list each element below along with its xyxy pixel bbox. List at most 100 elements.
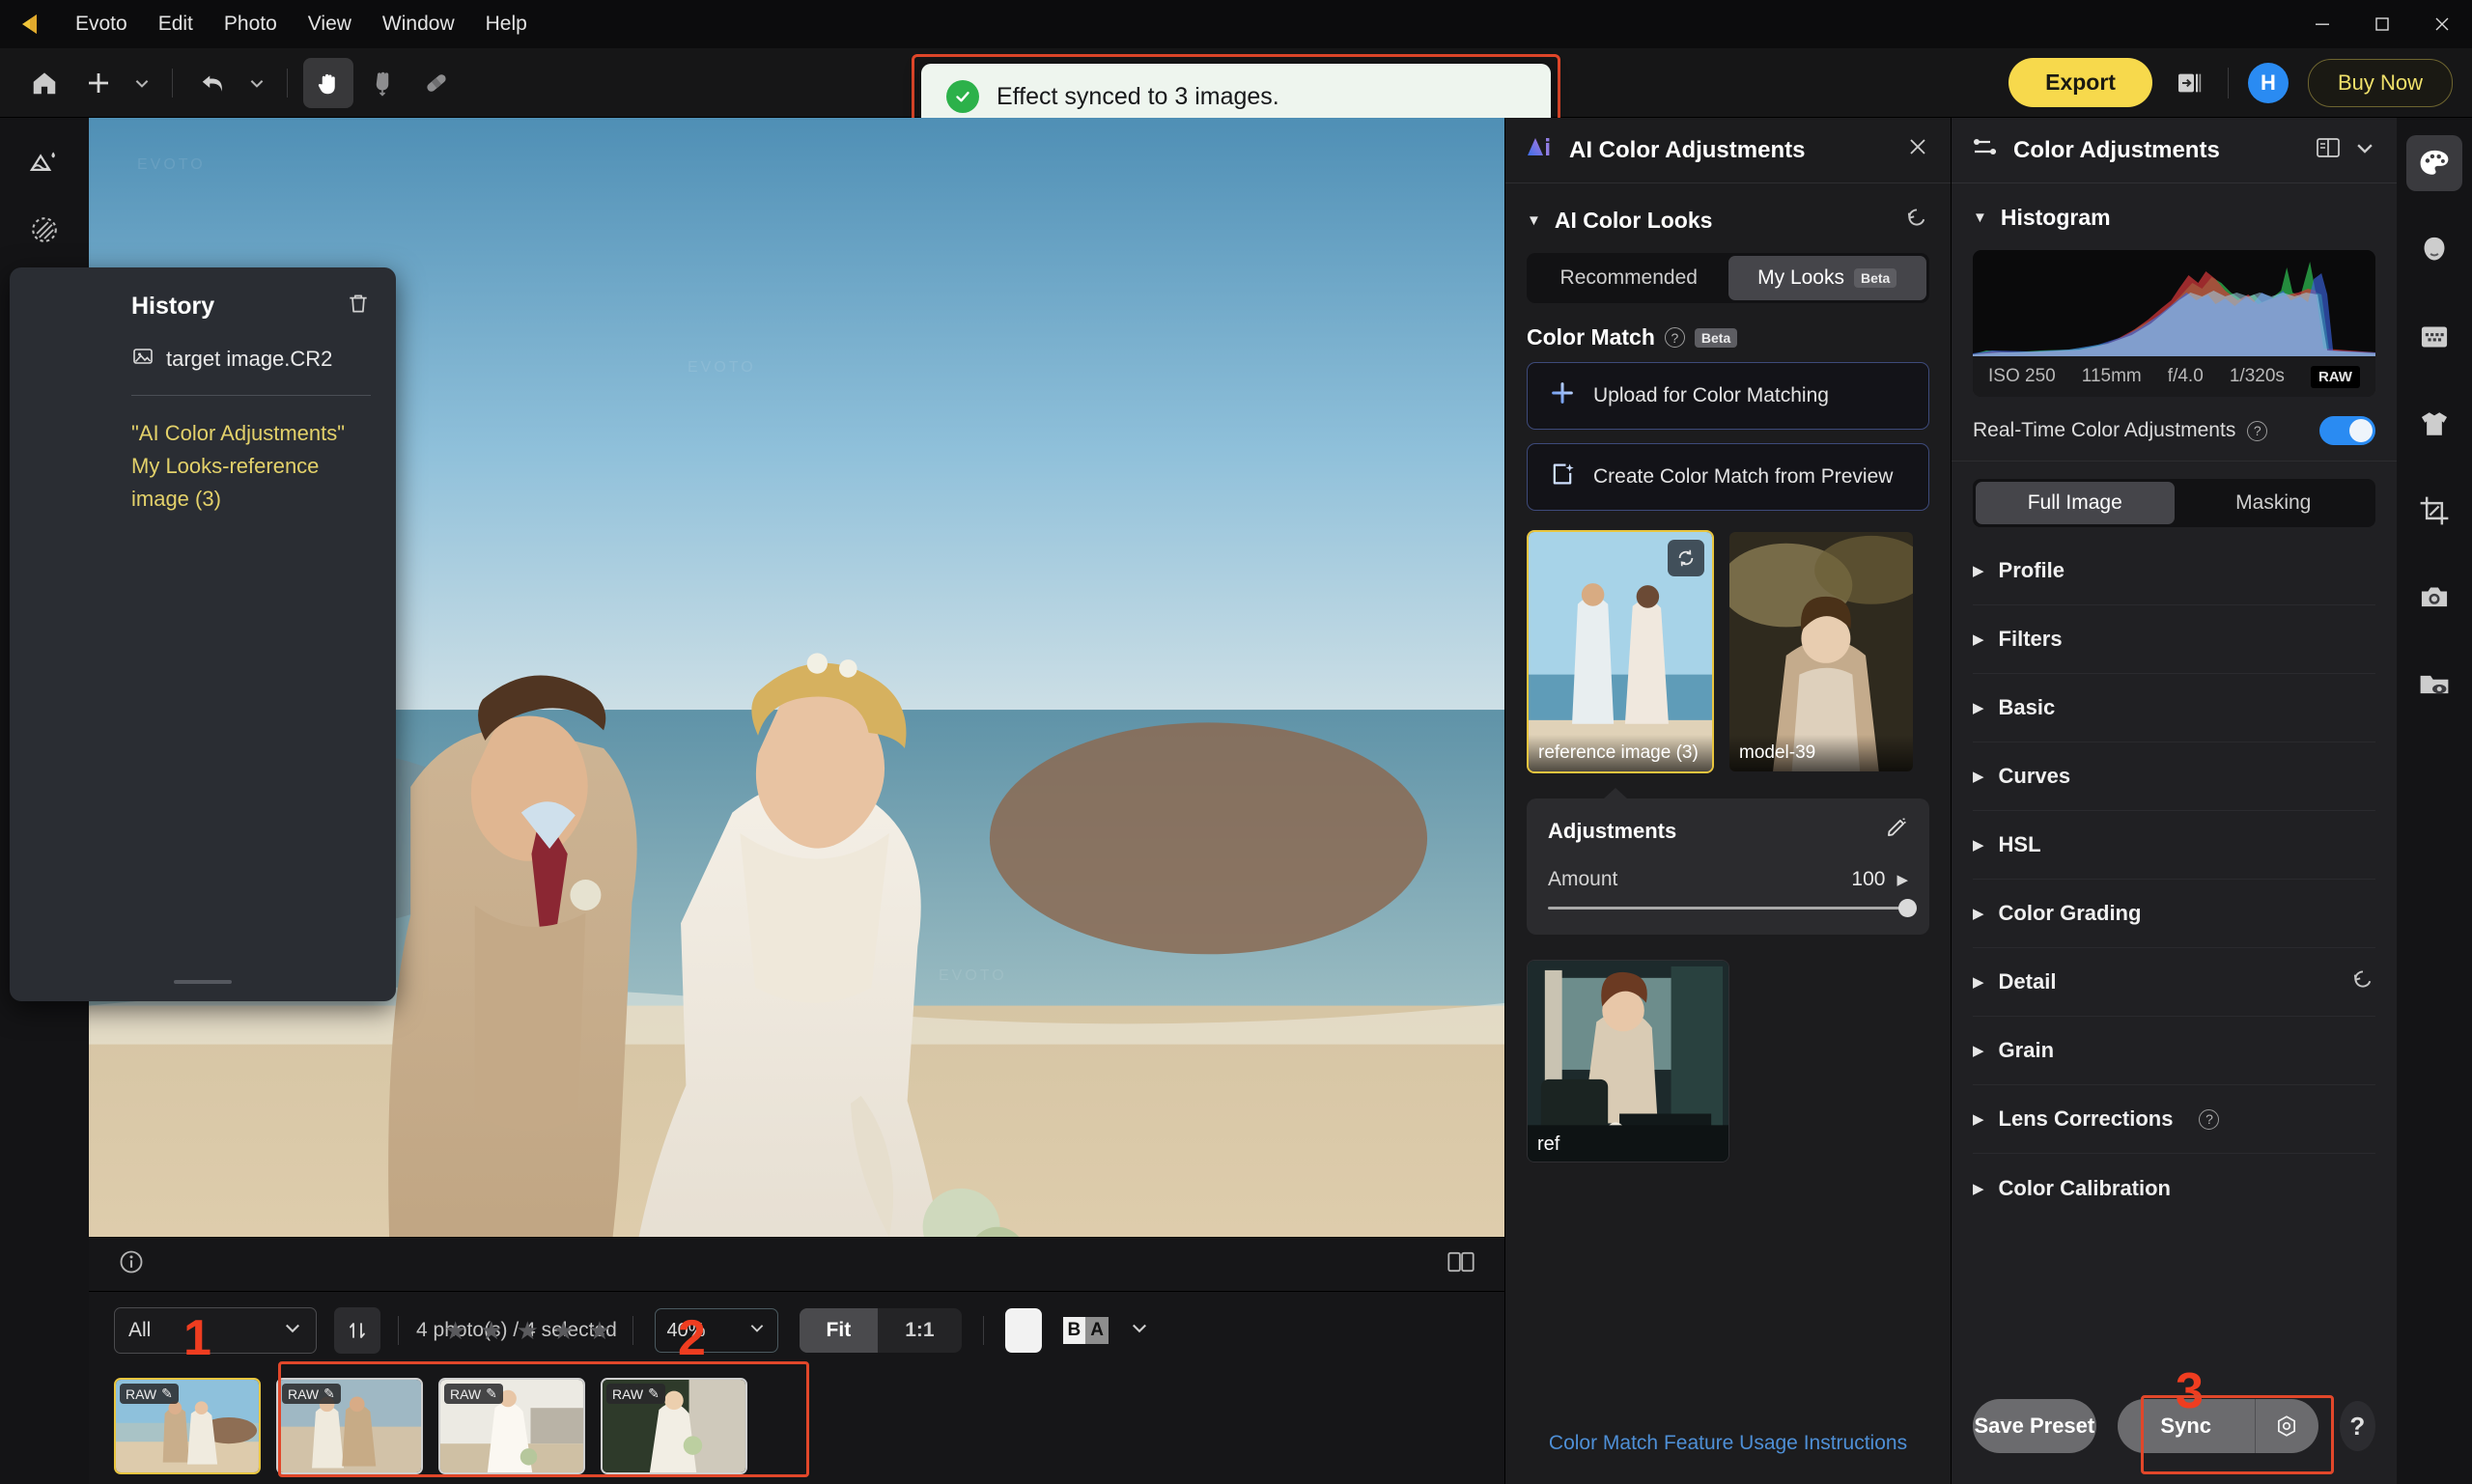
raw-label: RAW <box>126 1386 157 1402</box>
skin-texture-icon[interactable] <box>2406 309 2462 365</box>
rating-stars[interactable]: ★ ★ ★ ★ ★ <box>444 1316 611 1346</box>
filter-select[interactable]: All <box>114 1307 317 1354</box>
clothing-icon[interactable] <box>2406 396 2462 452</box>
realtime-toggle[interactable] <box>2319 416 2375 445</box>
filmstrip-thumb-3[interactable]: RAW ✎ <box>601 1378 747 1474</box>
background-color-chip[interactable] <box>1004 1308 1042 1353</box>
sync-icon[interactable] <box>1668 540 1704 576</box>
filmstrip-thumb-0[interactable]: RAW ✎ <box>114 1378 261 1474</box>
ai-color-looks-header[interactable]: ▼ AI Color Looks <box>1505 183 1951 249</box>
history-entry-0[interactable]: "AI Color Adjustments" <box>131 417 371 450</box>
create-color-match-from-preview-button[interactable]: Create Color Match from Preview <box>1527 443 1929 511</box>
crop-icon[interactable] <box>2406 483 2462 539</box>
compare-chevron-down-icon[interactable] <box>1130 1318 1149 1343</box>
trash-icon[interactable] <box>346 291 371 322</box>
fit-button[interactable]: Fit <box>799 1308 879 1353</box>
texture-icon[interactable] <box>17 203 71 257</box>
look-model-39[interactable]: model-39 <box>1728 530 1915 773</box>
star-icon-3[interactable]: ★ <box>517 1316 539 1346</box>
camera-icon[interactable] <box>2406 570 2462 626</box>
section-label: Color Grading <box>1998 901 2142 925</box>
reset-icon[interactable] <box>2350 966 2375 997</box>
filmstrip-thumb-1[interactable]: RAW ✎ <box>276 1378 423 1474</box>
section-basic[interactable]: ▶ Basic <box>1973 674 2375 742</box>
amount-slider-knob[interactable] <box>1898 899 1917 917</box>
dodge-tool-icon[interactable] <box>357 58 407 108</box>
add-chevron-down-icon[interactable] <box>127 58 156 108</box>
close-button[interactable] <box>2412 0 2472 48</box>
histogram-header[interactable]: ▼ Histogram <box>1952 183 2397 244</box>
upload-for-color-matching-button[interactable]: Upload for Color Matching <box>1527 362 1929 430</box>
fit-mode-group: Fit 1:1 <box>799 1308 962 1353</box>
tab-recommended[interactable]: Recommended <box>1530 256 1728 300</box>
section-filters[interactable]: ▶ Filters <box>1973 605 2375 674</box>
section-detail[interactable]: ▶ Detail <box>1973 948 2375 1017</box>
menu-help[interactable]: Help <box>470 7 543 42</box>
ref-preview-thumbnail[interactable]: ref <box>1527 960 1729 1162</box>
chevron-down-icon[interactable] <box>2354 137 2375 164</box>
help-circle-icon[interactable]: ? <box>1664 327 1685 348</box>
hand-tool-icon[interactable] <box>303 57 353 108</box>
section-profile[interactable]: ▶ Profile <box>1973 537 2375 605</box>
amount-expand-arrow-icon[interactable]: ▶ <box>1896 871 1908 888</box>
one-to-one-button[interactable]: 1:1 <box>878 1308 961 1353</box>
star-icon-5[interactable]: ★ <box>588 1316 610 1346</box>
home-icon[interactable] <box>19 58 70 108</box>
tab-masking[interactable]: Masking <box>2175 482 2374 524</box>
settings-hex-icon[interactable] <box>2254 1399 2318 1453</box>
look-reference-image[interactable]: reference image (3) <box>1527 530 1714 773</box>
healing-brush-icon[interactable] <box>411 58 462 108</box>
split-view-icon[interactable] <box>1447 1248 1475 1281</box>
star-icon-4[interactable]: ★ <box>552 1316 575 1346</box>
face-retouch-icon[interactable] <box>2406 222 2462 278</box>
section-grain[interactable]: ▶ Grain <box>1973 1017 2375 1085</box>
buy-now-button[interactable]: Buy Now <box>2307 58 2453 107</box>
star-icon-2[interactable]: ★ <box>480 1316 502 1346</box>
menu-window[interactable]: Window <box>367 7 470 42</box>
section-label: Lens Corrections <box>1998 1106 2174 1131</box>
folder-preview-icon[interactable] <box>2406 657 2462 713</box>
help-circle-icon[interactable]: ? <box>2247 420 2268 441</box>
menu-evoto[interactable]: Evoto <box>60 7 143 42</box>
undo-icon[interactable] <box>188 58 239 108</box>
panel-layout-icon[interactable] <box>2316 136 2341 165</box>
tab-my-looks[interactable]: My Looks Beta <box>1728 256 1926 300</box>
minimize-button[interactable] <box>2292 0 2352 48</box>
caret-right-icon: ▶ <box>1973 563 1984 579</box>
avatar[interactable]: H <box>2247 62 2289 103</box>
palette-icon[interactable] <box>2406 135 2462 191</box>
help-button[interactable]: ? <box>2339 1401 2375 1451</box>
export-share-icon[interactable] <box>2172 65 2208 101</box>
tab-full-image[interactable]: Full Image <box>1976 482 2175 524</box>
section-hsl[interactable]: ▶ HSL <box>1973 811 2375 880</box>
edit-pencil-icon[interactable] <box>1883 816 1908 847</box>
filmstrip-thumb-2[interactable]: RAW ✎ <box>438 1378 585 1474</box>
amount-slider-track[interactable] <box>1548 899 1917 917</box>
save-preset-button[interactable]: Save Preset <box>1973 1399 2096 1453</box>
reset-icon[interactable] <box>1904 205 1929 236</box>
section-color-calibration[interactable]: ▶ Color Calibration <box>1973 1154 2375 1222</box>
menu-photo[interactable]: Photo <box>209 7 293 42</box>
star-icon-1[interactable]: ★ <box>444 1316 466 1346</box>
section-lens-corrections[interactable]: ▶ Lens Corrections ? <box>1973 1085 2375 1154</box>
zoom-select[interactable]: 40% <box>654 1308 778 1353</box>
section-color-grading[interactable]: ▶ Color Grading <box>1973 880 2375 948</box>
before-after-toggle[interactable]: B A <box>1062 1317 1110 1344</box>
export-button[interactable]: Export <box>2008 58 2152 107</box>
maximize-button[interactable] <box>2352 0 2412 48</box>
history-file-row[interactable]: target image.CR2 <box>131 345 371 374</box>
menu-view[interactable]: View <box>293 7 367 42</box>
close-icon[interactable] <box>1906 135 1929 165</box>
sort-icon[interactable] <box>334 1307 380 1354</box>
add-icon[interactable] <box>73 58 124 108</box>
amount-value[interactable]: 100 <box>1851 868 1885 891</box>
help-circle-icon[interactable]: ? <box>2199 1108 2220 1130</box>
menu-edit[interactable]: Edit <box>143 7 209 42</box>
color-match-instructions-link[interactable]: Color Match Feature Usage Instructions <box>1549 1432 1907 1455</box>
history-entry-1[interactable]: My Looks-reference image (3) <box>131 450 371 516</box>
info-icon[interactable] <box>118 1248 145 1281</box>
retouch-icon[interactable] <box>17 135 71 189</box>
undo-chevron-down-icon[interactable] <box>242 58 271 108</box>
history-resize-handle[interactable] <box>174 980 232 984</box>
section-curves[interactable]: ▶ Curves <box>1973 742 2375 811</box>
